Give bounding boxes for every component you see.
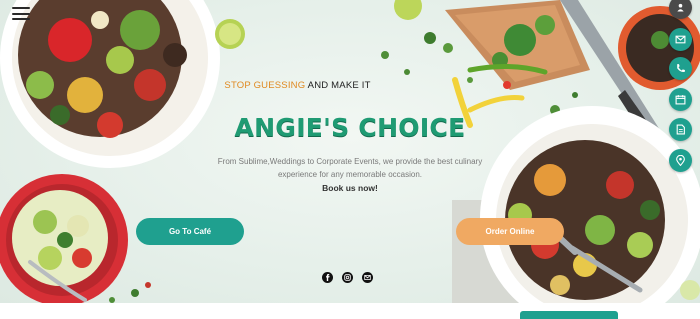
- go-to-cafe-button[interactable]: Go To Café: [136, 218, 244, 245]
- footer-button[interactable]: [520, 311, 618, 319]
- page-title: ANGIE'S CHOICE: [234, 113, 466, 142]
- order-online-button[interactable]: Order Online: [456, 218, 564, 245]
- hero-background-photo: [0, 0, 700, 303]
- email-icon[interactable]: [362, 272, 373, 283]
- hero-tagline: STOP GUESSING AND MAKE IT: [0, 80, 595, 91]
- facebook-icon[interactable]: [322, 272, 333, 283]
- mail-icon[interactable]: [669, 28, 692, 51]
- calendar-icon[interactable]: [669, 88, 692, 111]
- tagline-accent: STOP GUESSING: [224, 80, 306, 91]
- bowl-bottom-left: [0, 174, 128, 303]
- hero-description: From Sublime,Weddings to Corporate Event…: [217, 157, 483, 179]
- document-icon[interactable]: [669, 118, 692, 141]
- tagline-rest: AND MAKE IT: [307, 80, 371, 91]
- phone-icon[interactable]: [669, 57, 692, 80]
- instagram-icon[interactable]: [342, 272, 353, 283]
- book-us-text: Book us now!: [322, 183, 378, 193]
- hero-section: [0, 0, 700, 303]
- hamburger-icon[interactable]: [12, 7, 30, 20]
- cutting-board: [445, 0, 590, 90]
- location-icon[interactable]: [669, 149, 692, 172]
